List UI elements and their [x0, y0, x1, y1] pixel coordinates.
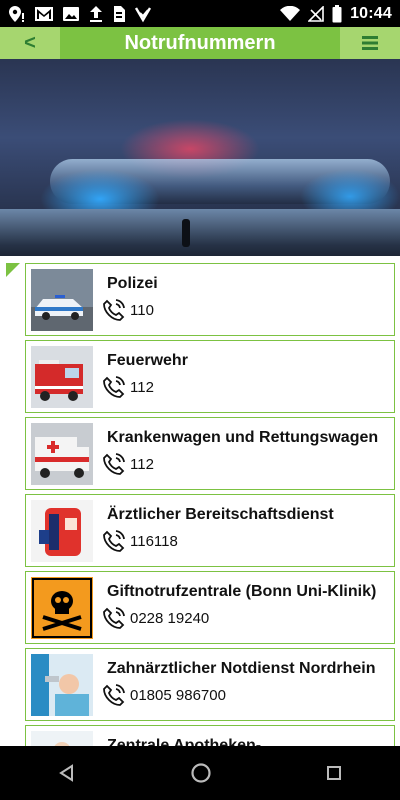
recents-square-icon[interactable]	[325, 764, 343, 782]
upload-icon	[90, 5, 102, 22]
phone-number: 0228 19240	[130, 609, 210, 627]
home-circle-icon[interactable]	[190, 762, 212, 784]
phone-row[interactable]: 01805 986700	[102, 683, 226, 707]
image-icon	[63, 6, 79, 21]
phone-row[interactable]: 0228 19240	[102, 606, 209, 630]
status-right-icons: 10:44	[280, 4, 392, 23]
phone-ringing-icon	[103, 530, 125, 552]
status-bar: 10:44	[0, 0, 400, 27]
medical-bag-image	[31, 500, 93, 562]
back-label: <	[24, 31, 36, 54]
gmail-icon	[35, 6, 53, 21]
phone-row[interactable]: 110	[102, 298, 154, 322]
poison-sign-image	[31, 577, 93, 639]
list-item-krankenwagen[interactable]: Krankenwagen und Rettungswagen 112	[25, 417, 395, 490]
ambulance-image	[31, 423, 93, 485]
contact-name: Zentrale Apotheken-	[107, 737, 262, 746]
police-car-image	[31, 269, 93, 331]
navigation-bar	[0, 746, 400, 800]
phone-number: 110	[130, 301, 154, 319]
phone-row[interactable]: 116118	[102, 529, 178, 553]
battery-icon	[332, 4, 342, 22]
back-button[interactable]: <	[0, 27, 60, 59]
pharmacist-image	[31, 731, 93, 746]
contact-name: Krankenwagen und Rettungswagen	[107, 429, 379, 446]
phone-ringing-icon	[103, 684, 125, 706]
list-item-giftnotruf[interactable]: Giftnotrufzentrale (Bonn Uni-Klinik) 022…	[25, 571, 395, 644]
dentist-image	[31, 654, 93, 716]
phone-number: 112	[130, 378, 154, 396]
status-left-icons	[8, 5, 152, 23]
contact-name: Ärztlicher Bereitschaftsdienst	[107, 506, 334, 523]
page-title: Notrufnummern	[124, 31, 276, 54]
menu-button[interactable]	[340, 27, 400, 59]
contact-name: Polizei	[107, 275, 158, 292]
sim-icon	[114, 5, 125, 22]
contact-name: Giftnotrufzentrale (Bonn Uni-Klinik)	[107, 583, 377, 600]
list-item-zahnarzt[interactable]: Zahnärztlicher Notdienst Nordrhein 01805…	[25, 648, 395, 721]
checklist-icon	[134, 6, 152, 22]
list-item-bereitschaftsdienst[interactable]: Ärztlicher Bereitschaftsdienst 116118	[25, 494, 395, 567]
phone-number: 112	[130, 455, 154, 473]
phone-row[interactable]: 112	[102, 375, 154, 399]
list-item-feuerwehr[interactable]: Feuerwehr 112	[25, 340, 395, 413]
list-item-apotheken[interactable]: Zentrale Apotheken-	[25, 725, 395, 746]
phone-number: 01805 986700	[130, 686, 226, 704]
emergency-number-list: Polizei 110 Feuerwehr 112 Krankenwagen u…	[0, 256, 400, 746]
list-item-polizei[interactable]: Polizei 110	[25, 263, 395, 336]
phone-number: 116118	[130, 532, 178, 550]
phone-ringing-icon	[103, 376, 125, 398]
hero-image-police-light	[0, 59, 400, 256]
contact-name: Zahnärztlicher Notdienst Nordrhein	[107, 660, 376, 677]
location-alert-icon	[9, 5, 24, 22]
corner-marker	[6, 263, 20, 277]
signal-off-icon	[308, 5, 324, 22]
phone-row[interactable]: 112	[102, 452, 154, 476]
back-triangle-icon[interactable]	[57, 763, 77, 783]
fire-truck-image	[31, 346, 93, 408]
phone-ringing-icon	[103, 453, 125, 475]
status-time: 10:44	[350, 4, 392, 22]
contact-name: Feuerwehr	[107, 352, 188, 369]
app-bar: < Notrufnummern	[0, 27, 400, 59]
menu-icon	[362, 36, 378, 50]
wifi-icon	[280, 5, 301, 21]
phone-ringing-icon	[103, 607, 125, 629]
phone-ringing-icon	[103, 299, 125, 321]
